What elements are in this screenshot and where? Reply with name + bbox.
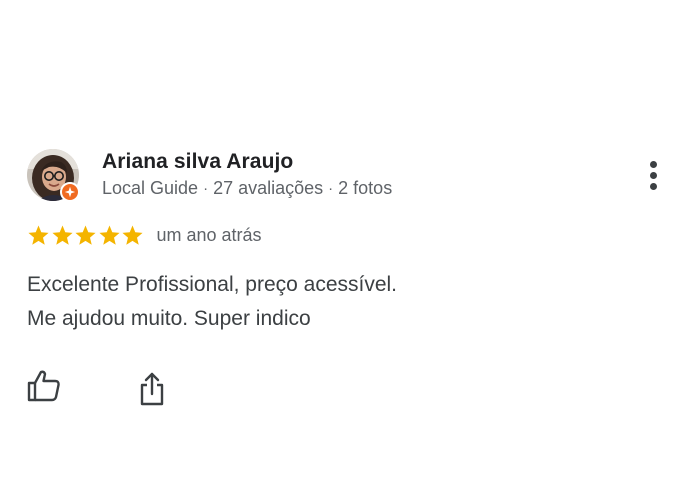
review-card: Ariana silva Araujo Local Guide · 27 ava… [0,0,700,500]
star-rating [27,224,145,247]
avatar[interactable] [27,149,81,203]
review-text-line: Me ajudou muito. Super indico [27,307,311,330]
more-vertical-icon-dot [649,171,657,179]
local-guide-label: Local Guide [102,178,199,198]
like-button[interactable] [26,368,64,404]
review-time: um ano atrás [156,224,262,245]
more-vertical-icon [649,160,657,168]
share-icon [140,372,164,406]
star-filled-icon [51,224,73,245]
author-name[interactable]: Ariana silva Araujo [102,150,293,174]
review-text: Excelente Profissional, preço acessível.… [27,268,647,336]
rating-row: um ano atrás [27,222,262,248]
star-filled-icon [98,224,120,245]
reviews-count: 27 avaliações [213,178,324,198]
more-vertical-icon-dot [649,182,657,190]
share-button[interactable] [136,370,168,408]
more-options-button[interactable] [637,155,669,195]
star-filled-icon [75,224,96,245]
meta-separator: · [203,180,209,197]
local-guide-badge-icon [60,182,80,202]
photos-count: 2 fotos [338,178,393,198]
star-filled-icon [28,224,49,245]
thumbs-up-icon [27,370,60,402]
author-meta: Local Guide · 27 avaliações · 2 fotos [102,178,392,199]
review-text-line: Excelente Profissional, preço acessível. [27,273,398,296]
meta-separator: · [328,180,334,197]
star-filled-icon [122,224,143,245]
